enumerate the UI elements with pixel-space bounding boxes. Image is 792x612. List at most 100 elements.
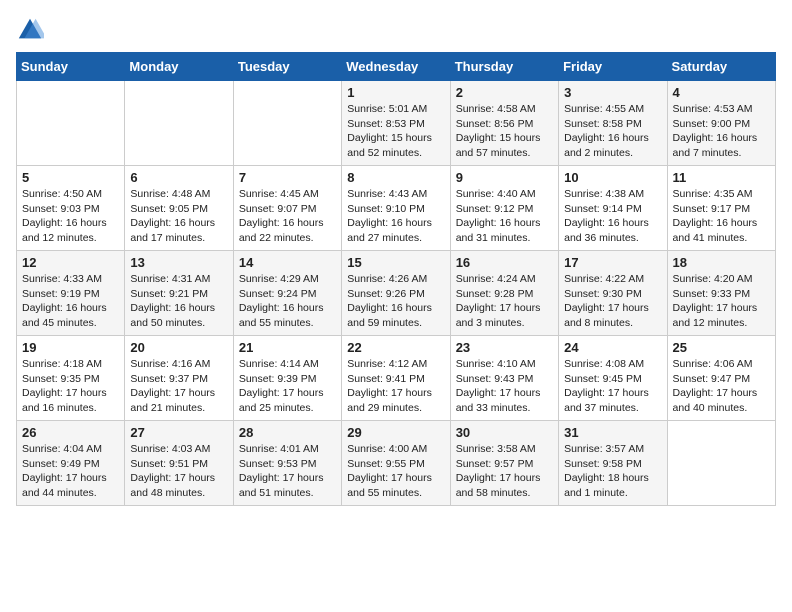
- day-info: Sunrise: 4:16 AM Sunset: 9:37 PM Dayligh…: [130, 357, 227, 416]
- day-info: Sunrise: 4:50 AM Sunset: 9:03 PM Dayligh…: [22, 187, 119, 246]
- day-cell: 12 Sunrise: 4:33 AM Sunset: 9:19 PM Dayli…: [17, 251, 125, 336]
- day-number: 6: [130, 170, 227, 185]
- day-cell: [125, 81, 233, 166]
- day-number: 26: [22, 425, 119, 440]
- day-cell: 18Sunrise: 4:20 AM Sunset: 9:33 PM Dayli…: [667, 251, 775, 336]
- day-number: 24: [564, 340, 661, 355]
- week-row-1: 1Sunrise: 5:01 AM Sunset: 8:53 PM Daylig…: [17, 81, 776, 166]
- day-number: 8: [347, 170, 444, 185]
- week-row-5: 26 Sunrise: 4:04 AM Sunset: 9:49 PM Dayli…: [17, 421, 776, 506]
- day-cell: 24 Sunrise: 4:08 AM Sunset: 9:45 PM Dayli…: [559, 336, 667, 421]
- day-number: 12: [22, 255, 119, 270]
- day-info: Sunrise: 4:45 AM Sunset: 9:07 PM Dayligh…: [239, 187, 336, 246]
- day-number: 9: [456, 170, 553, 185]
- day-info: Sunrise: 4:18 AM Sunset: 9:35 PM Dayligh…: [22, 357, 119, 416]
- day-cell: 26 Sunrise: 4:04 AM Sunset: 9:49 PM Dayli…: [17, 421, 125, 506]
- header-cell-thursday: Thursday: [450, 53, 558, 81]
- day-info: Sunrise: 4:33 AM Sunset: 9:19 PM Dayligh…: [22, 272, 119, 331]
- day-cell: 23Sunrise: 4:10 AM Sunset: 9:43 PM Dayli…: [450, 336, 558, 421]
- day-info: Sunrise: 3:57 AM Sunset: 9:58 PM Dayligh…: [564, 442, 661, 501]
- day-info: Sunrise: 4:31 AM Sunset: 9:21 PM Dayligh…: [130, 272, 227, 331]
- week-row-2: 5 Sunrise: 4:50 AM Sunset: 9:03 PM Daylig…: [17, 166, 776, 251]
- day-cell: [667, 421, 775, 506]
- day-info: Sunrise: 4:40 AM Sunset: 9:12 PM Dayligh…: [456, 187, 553, 246]
- header-cell-tuesday: Tuesday: [233, 53, 341, 81]
- day-cell: 20Sunrise: 4:16 AM Sunset: 9:37 PM Dayli…: [125, 336, 233, 421]
- day-info: Sunrise: 4:26 AM Sunset: 9:26 PM Dayligh…: [347, 272, 444, 331]
- day-number: 3: [564, 85, 661, 100]
- day-info: Sunrise: 4:00 AM Sunset: 9:55 PM Dayligh…: [347, 442, 444, 501]
- day-cell: 5 Sunrise: 4:50 AM Sunset: 9:03 PM Daylig…: [17, 166, 125, 251]
- day-info: Sunrise: 4:03 AM Sunset: 9:51 PM Dayligh…: [130, 442, 227, 501]
- day-info: Sunrise: 4:29 AM Sunset: 9:24 PM Dayligh…: [239, 272, 336, 331]
- day-number: 14: [239, 255, 336, 270]
- day-number: 25: [673, 340, 770, 355]
- day-number: 31: [564, 425, 661, 440]
- day-cell: 30 Sunrise: 3:58 AM Sunset: 9:57 PM Dayli…: [450, 421, 558, 506]
- day-cell: 17 Sunrise: 4:22 AM Sunset: 9:30 PM Dayli…: [559, 251, 667, 336]
- header-cell-saturday: Saturday: [667, 53, 775, 81]
- header-row: SundayMondayTuesdayWednesdayThursdayFrid…: [17, 53, 776, 81]
- day-number: 10: [564, 170, 661, 185]
- day-info: Sunrise: 4:01 AM Sunset: 9:53 PM Dayligh…: [239, 442, 336, 501]
- day-cell: 4Sunrise: 4:53 AM Sunset: 9:00 PM Daylig…: [667, 81, 775, 166]
- day-number: 5: [22, 170, 119, 185]
- day-cell: 27 Sunrise: 4:03 AM Sunset: 9:51 PM Dayli…: [125, 421, 233, 506]
- logo: [16, 16, 48, 44]
- day-cell: 1Sunrise: 5:01 AM Sunset: 8:53 PM Daylig…: [342, 81, 450, 166]
- day-number: 2: [456, 85, 553, 100]
- day-cell: 28 Sunrise: 4:01 AM Sunset: 9:53 PM Dayli…: [233, 421, 341, 506]
- day-info: Sunrise: 4:55 AM Sunset: 8:58 PM Dayligh…: [564, 102, 661, 161]
- day-cell: 19 Sunrise: 4:18 AM Sunset: 9:35 PM Dayli…: [17, 336, 125, 421]
- day-info: Sunrise: 4:14 AM Sunset: 9:39 PM Dayligh…: [239, 357, 336, 416]
- day-cell: 15 Sunrise: 4:26 AM Sunset: 9:26 PM Dayli…: [342, 251, 450, 336]
- week-row-4: 19 Sunrise: 4:18 AM Sunset: 9:35 PM Dayli…: [17, 336, 776, 421]
- day-cell: [17, 81, 125, 166]
- day-number: 30: [456, 425, 553, 440]
- day-info: Sunrise: 4:20 AM Sunset: 9:33 PM Dayligh…: [673, 272, 770, 331]
- day-number: 13: [130, 255, 227, 270]
- day-info: Sunrise: 4:58 AM Sunset: 8:56 PM Dayligh…: [456, 102, 553, 161]
- day-info: Sunrise: 3:58 AM Sunset: 9:57 PM Dayligh…: [456, 442, 553, 501]
- day-cell: 8 Sunrise: 4:43 AM Sunset: 9:10 PM Daylig…: [342, 166, 450, 251]
- day-cell: 13 Sunrise: 4:31 AM Sunset: 9:21 PM Dayli…: [125, 251, 233, 336]
- day-cell: 9 Sunrise: 4:40 AM Sunset: 9:12 PM Daylig…: [450, 166, 558, 251]
- calendar-table: SundayMondayTuesdayWednesdayThursdayFrid…: [16, 52, 776, 506]
- day-cell: 29 Sunrise: 4:00 AM Sunset: 9:55 PM Dayli…: [342, 421, 450, 506]
- day-info: Sunrise: 4:24 AM Sunset: 9:28 PM Dayligh…: [456, 272, 553, 331]
- day-cell: [233, 81, 341, 166]
- day-number: 29: [347, 425, 444, 440]
- day-number: 21: [239, 340, 336, 355]
- day-info: Sunrise: 4:12 AM Sunset: 9:41 PM Dayligh…: [347, 357, 444, 416]
- logo-icon: [16, 16, 44, 44]
- day-info: Sunrise: 4:06 AM Sunset: 9:47 PM Dayligh…: [673, 357, 770, 416]
- day-number: 28: [239, 425, 336, 440]
- day-info: Sunrise: 4:43 AM Sunset: 9:10 PM Dayligh…: [347, 187, 444, 246]
- day-number: 17: [564, 255, 661, 270]
- week-row-3: 12 Sunrise: 4:33 AM Sunset: 9:19 PM Dayli…: [17, 251, 776, 336]
- day-number: 16: [456, 255, 553, 270]
- day-number: 22: [347, 340, 444, 355]
- day-info: Sunrise: 4:08 AM Sunset: 9:45 PM Dayligh…: [564, 357, 661, 416]
- day-cell: 2 Sunrise: 4:58 AM Sunset: 8:56 PM Daylig…: [450, 81, 558, 166]
- day-cell: 21 Sunrise: 4:14 AM Sunset: 9:39 PM Dayli…: [233, 336, 341, 421]
- header-cell-sunday: Sunday: [17, 53, 125, 81]
- day-info: Sunrise: 4:04 AM Sunset: 9:49 PM Dayligh…: [22, 442, 119, 501]
- day-cell: 11Sunrise: 4:35 AM Sunset: 9:17 PM Dayli…: [667, 166, 775, 251]
- day-number: 23: [456, 340, 553, 355]
- day-number: 19: [22, 340, 119, 355]
- day-cell: 3 Sunrise: 4:55 AM Sunset: 8:58 PM Daylig…: [559, 81, 667, 166]
- day-cell: 14 Sunrise: 4:29 AM Sunset: 9:24 PM Dayli…: [233, 251, 341, 336]
- day-cell: 7 Sunrise: 4:45 AM Sunset: 9:07 PM Daylig…: [233, 166, 341, 251]
- day-cell: 25 Sunrise: 4:06 AM Sunset: 9:47 PM Dayli…: [667, 336, 775, 421]
- day-number: 15: [347, 255, 444, 270]
- day-info: Sunrise: 4:53 AM Sunset: 9:00 PM Dayligh…: [673, 102, 770, 161]
- page-header: [16, 16, 776, 44]
- day-cell: 31 Sunrise: 3:57 AM Sunset: 9:58 PM Dayli…: [559, 421, 667, 506]
- day-info: Sunrise: 4:22 AM Sunset: 9:30 PM Dayligh…: [564, 272, 661, 331]
- day-number: 27: [130, 425, 227, 440]
- day-cell: 6 Sunrise: 4:48 AM Sunset: 9:05 PM Daylig…: [125, 166, 233, 251]
- day-number: 7: [239, 170, 336, 185]
- day-info: Sunrise: 4:35 AM Sunset: 9:17 PM Dayligh…: [673, 187, 770, 246]
- day-info: Sunrise: 4:48 AM Sunset: 9:05 PM Dayligh…: [130, 187, 227, 246]
